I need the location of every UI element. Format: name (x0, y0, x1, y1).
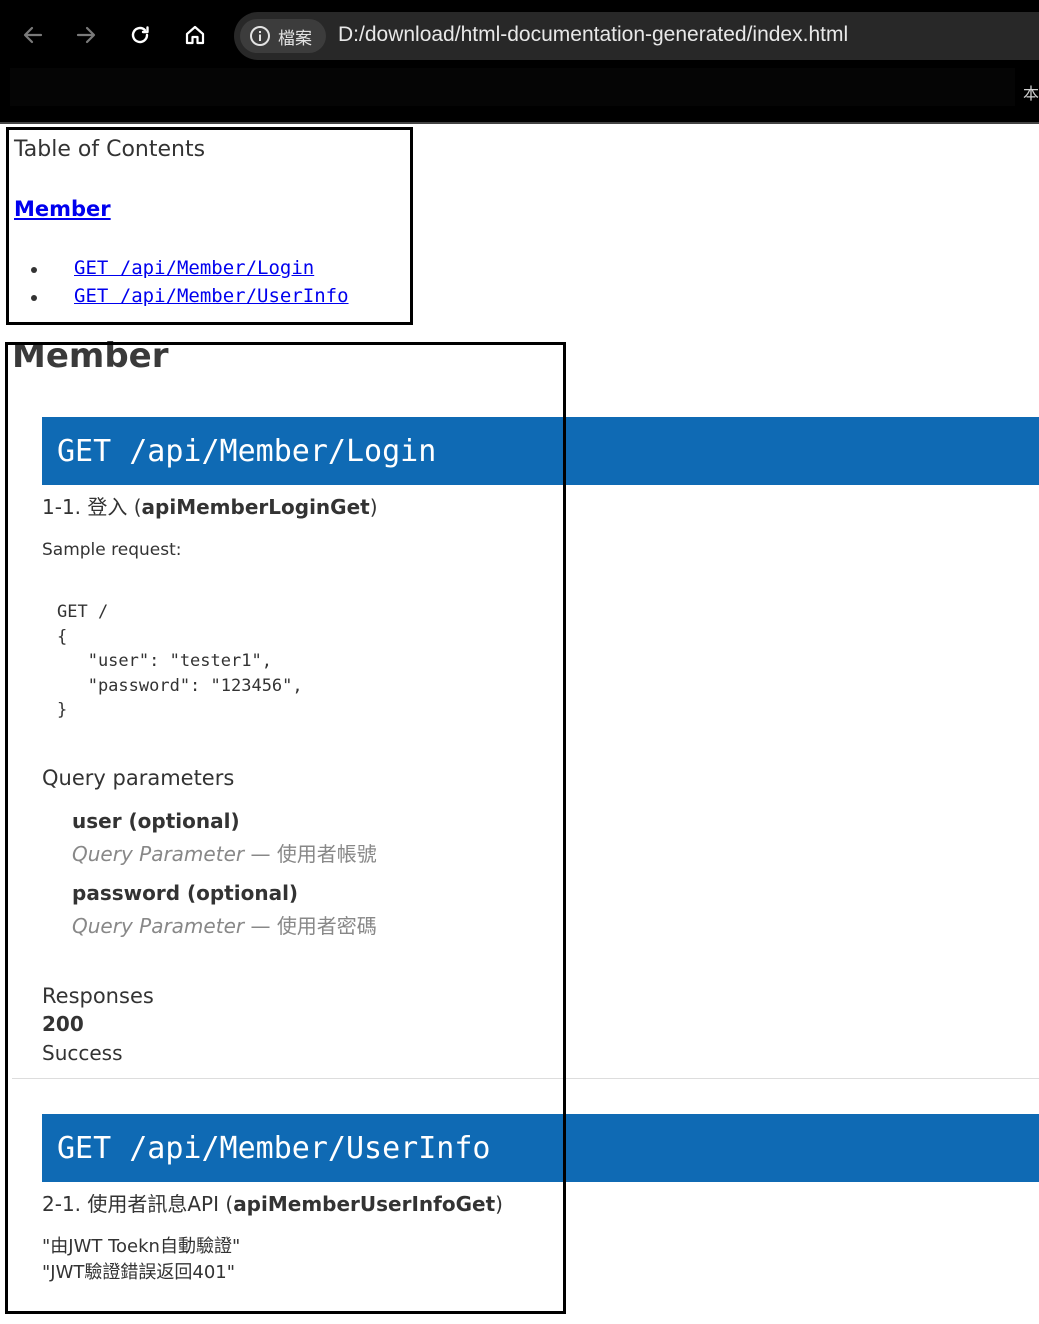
response-description: Success (42, 1041, 123, 1065)
forward-button[interactable] (66, 15, 106, 55)
endpoint-bar-userinfo[interactable]: GET /api/Member/UserInfo (42, 1114, 1039, 1182)
toc-item: GET /api/Member/Login (31, 257, 349, 285)
param-desc-password: Query Parameter — 使用者密碼 (72, 910, 377, 939)
param-name-user: user (optional) (72, 809, 240, 833)
operation-title-login: 1-1. 登入 (apiMemberLoginGet) (42, 491, 378, 520)
toc-title: Table of Contents (14, 137, 206, 162)
bookmark-overflow[interactable]: 本 (1023, 80, 1039, 104)
back-button[interactable] (13, 15, 53, 55)
param-description: 使用者帳號 (276, 842, 377, 866)
home-icon (185, 25, 205, 45)
endpoint-note: "JWT驗證錯誤返回401" (42, 1262, 236, 1283)
param-separator: — (244, 914, 277, 938)
home-button[interactable] (175, 15, 215, 55)
toc-group-link-member[interactable]: Member (14, 197, 111, 221)
reload-icon (131, 26, 149, 44)
operation-title-prefix: 1-1. 登入 ( (42, 495, 142, 519)
info-icon (250, 26, 270, 46)
endpoint-note: "由JWT Toekn自動驗證" (42, 1236, 241, 1257)
operation-title-userinfo: 2-1. 使用者訊息API (apiMemberUserInfoGet) (42, 1188, 503, 1217)
site-info-label: 檔案 (278, 28, 312, 49)
address-bar[interactable]: 檔案 D:/download/html-documentation-genera… (234, 12, 1039, 60)
reload-button[interactable] (120, 15, 160, 55)
responses-heading: Responses (42, 984, 154, 1008)
site-info-chip[interactable]: 檔案 (240, 19, 326, 53)
toc-link-userinfo[interactable]: GET /api/Member/UserInfo (74, 285, 349, 307)
param-desc-user: Query Parameter — 使用者帳號 (72, 838, 377, 867)
operation-title-suffix: ) (369, 495, 378, 519)
divider (12, 1078, 1039, 1079)
bookmarks-area (10, 68, 1015, 106)
param-type: Query Parameter (72, 842, 245, 866)
toc-link-login[interactable]: GET /api/Member/Login (74, 257, 314, 279)
operation-title-suffix: ) (495, 1192, 503, 1216)
sample-request-code: GET / { "user": "tester1", "password": "… (57, 602, 303, 720)
arrow-right-icon (76, 26, 96, 44)
response-code: 200 (42, 1012, 84, 1036)
url-text[interactable]: D:/download/html-documentation-generated… (338, 23, 848, 47)
toc-list: GET /api/Member/Login GET /api/Member/Us… (31, 257, 349, 313)
operation-id: apiMemberUserInfoGet (233, 1192, 496, 1216)
param-type: Query Parameter (72, 914, 245, 938)
operation-title-prefix: 2-1. 使用者訊息API ( (42, 1192, 234, 1216)
toc-panel: Table of Contents Member GET /api/Member… (6, 127, 413, 325)
browser-toolbar: 檔案 D:/download/html-documentation-genera… (0, 0, 1039, 68)
query-parameters-heading: Query parameters (42, 766, 235, 790)
endpoint-bar-login[interactable]: GET /api/Member/Login (42, 417, 1039, 485)
sample-request-label: Sample request: (42, 540, 182, 560)
param-name-password: password (optional) (72, 881, 299, 905)
section-heading: Member (12, 336, 169, 376)
arrow-left-icon (23, 26, 43, 44)
bookmarks-bar: 本 (0, 68, 1039, 124)
param-description: 使用者密碼 (276, 914, 377, 938)
toc-item: GET /api/Member/UserInfo (31, 285, 349, 313)
param-separator: — (244, 842, 277, 866)
operation-id: apiMemberLoginGet (141, 495, 370, 519)
